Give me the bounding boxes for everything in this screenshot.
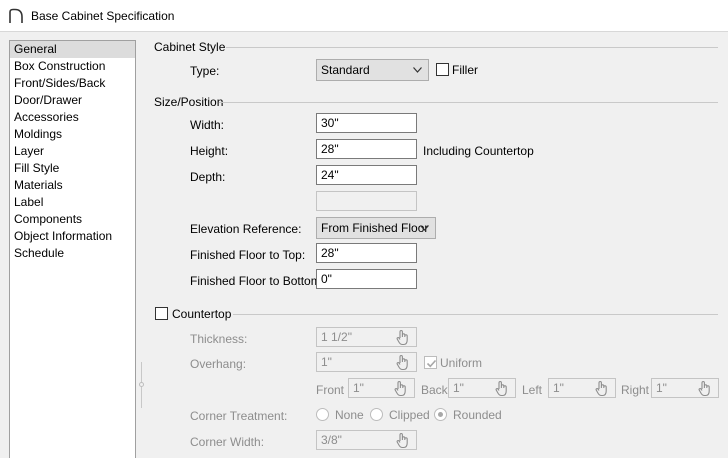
elevation-reference-value: From Finished Floor [321,221,429,235]
floor-to-top-input[interactable]: 28" [316,243,417,263]
back-label: Back [421,383,448,397]
right-value: 1" [656,381,667,395]
filler-checkbox[interactable] [436,63,449,76]
front-input: 1" [348,378,415,398]
height-note: Including Countertop [423,144,534,158]
overhang-label: Overhang: [190,357,247,371]
thickness-label: Thickness: [190,332,248,346]
left-input: 1" [548,378,616,398]
sidebar-item-fill-style[interactable]: Fill Style [10,160,135,177]
hand-pointer-icon [394,380,406,397]
uniform-checkbox [424,356,437,369]
sidebar-item-schedule[interactable]: Schedule [10,245,135,262]
sidebar-item-object-information[interactable]: Object Information [10,228,135,245]
corner-clipped-label: Clipped [389,408,430,422]
countertop-label: Countertop [172,307,232,321]
corner-none-radio [316,408,329,421]
uniform-label: Uniform [440,356,483,370]
right-input: 1" [651,378,719,398]
overhang-input: 1" [316,352,417,372]
elevation-reference-label: Elevation Reference: [190,222,302,236]
sidebar-item-box-construction[interactable]: Box Construction [10,58,135,75]
thickness-input: 1 1/2" [316,327,417,347]
elevation-reference-dropdown[interactable]: From Finished Floor [316,217,436,239]
countertop-checkbox[interactable] [155,307,168,320]
right-label: Right [621,383,650,397]
title-bar: Base Cabinet Specification [0,0,728,32]
hand-pointer-icon [495,380,507,397]
corner-rounded-radio [434,408,447,421]
hand-pointer-icon [396,432,408,449]
type-dropdown[interactable]: Standard [316,59,429,81]
corner-width-value: 3/8" [321,433,342,447]
left-value: 1" [553,381,564,395]
sidebar-item-front-sides-back[interactable]: Front/Sides/Back [10,75,135,92]
sidebar-item-general[interactable]: General [10,41,135,58]
corner-clipped-radio [370,408,383,421]
sidebar-item-layer[interactable]: Layer [10,143,135,160]
left-label: Left [522,383,543,397]
back-input: 1" [448,378,516,398]
sidebar-item-components[interactable]: Components [10,211,135,228]
chevron-down-icon [420,225,429,231]
sidebar-item-materials[interactable]: Materials [10,177,135,194]
thickness-value: 1 1/2" [321,330,352,344]
hand-pointer-icon [396,329,408,346]
splitter-grip[interactable] [139,382,144,387]
front-value: 1" [353,381,364,395]
checkmark-icon [426,359,437,368]
category-list[interactable]: General Box Construction Front/Sides/Bac… [9,40,136,458]
group-divider [219,102,718,103]
hand-pointer-icon [698,380,710,397]
window-title: Base Cabinet Specification [31,9,175,23]
height-label: Height: [190,144,229,158]
sidebar-item-door-drawer[interactable]: Door/Drawer [10,92,135,109]
type-value: Standard [321,63,370,77]
back-value: 1" [453,381,464,395]
cabinet-style-group-title: Cabinet Style [154,40,226,54]
size-position-group-title: Size/Position [154,95,224,109]
sidebar-item-moldings[interactable]: Moldings [10,126,135,143]
floor-to-bottom-label: Finished Floor to Bottom: [190,274,325,288]
height-input[interactable]: 28" [316,139,417,159]
corner-treatment-label: Corner Treatment: [190,409,288,423]
corner-none-label: None [335,408,364,422]
hand-pointer-icon [595,380,607,397]
filler-label: Filler [452,63,478,77]
group-divider [226,47,718,48]
chevron-down-icon [413,67,422,73]
cabinet-app-icon [9,8,23,23]
width-label: Width: [190,118,225,132]
width-input[interactable]: 30" [316,113,417,133]
front-label: Front [316,383,345,397]
depth-label: Depth: [190,170,226,184]
hand-pointer-icon [396,354,408,371]
depth-input[interactable]: 24" [316,165,417,185]
floor-to-top-label: Finished Floor to Top: [190,248,306,262]
extra-input-disabled [316,191,417,211]
sidebar-item-label[interactable]: Label [10,194,135,211]
corner-width-label: Corner Width: [190,435,265,449]
corner-width-input: 3/8" [316,430,417,450]
corner-rounded-label: Rounded [453,408,502,422]
group-divider [233,314,718,315]
sidebar-item-accessories[interactable]: Accessories [10,109,135,126]
overhang-value: 1" [321,355,332,369]
type-label: Type: [190,64,220,78]
floor-to-bottom-input[interactable]: 0" [316,269,417,289]
